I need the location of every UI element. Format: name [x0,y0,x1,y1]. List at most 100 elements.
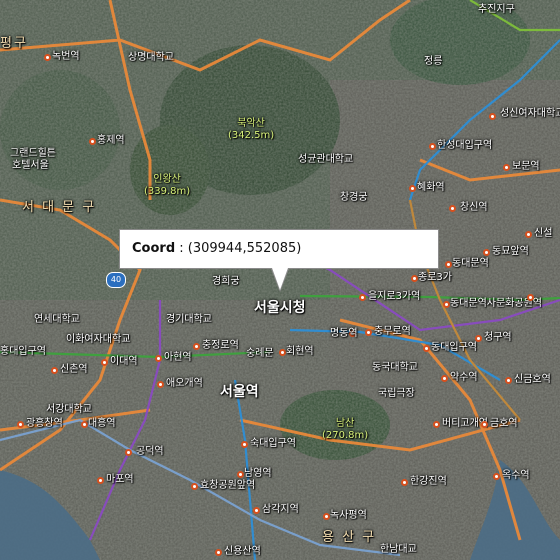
station-label-sinseol[interactable]: 신설 [534,228,552,240]
station-label-jongno[interactable]: 종로3가 [418,272,452,284]
station-dot[interactable] [401,479,408,486]
station-dot[interactable] [17,421,24,428]
station-label-gongdeok[interactable]: 공덕역 [136,446,164,458]
station-label-geumho[interactable]: 금호역 [490,418,518,430]
station-dot[interactable] [97,477,104,484]
place-label-changgyeonggung: 창경궁 [340,192,368,203]
station-dot[interactable] [423,345,430,352]
station-label-idae[interactable]: 이대역 [110,356,138,368]
station-dot[interactable] [81,421,88,428]
station-label-mapo[interactable]: 마포역 [106,474,134,486]
station-label-nokbeon[interactable]: 녹번역 [52,51,80,63]
station-label-chungmuro[interactable]: 충무로역 [374,326,411,338]
station-label-dongguk[interactable]: 동대입구역 [431,342,477,354]
station-label-chungjeongno[interactable]: 충정로역 [202,340,239,352]
station-label-changsin[interactable]: 창신역 [460,202,488,214]
station-label-hongdae[interactable]: 홍대입구역 [0,346,46,358]
station-label-hyochang[interactable]: 효창공원앞역 [200,480,255,492]
station-dot[interactable] [483,249,490,256]
station-dot[interactable] [409,185,416,192]
coord-tooltip-key: Coord [132,241,176,256]
station-dot[interactable] [237,471,244,478]
station-label-namyeong[interactable]: 남영역 [244,468,272,480]
station-dot[interactable] [429,143,436,150]
station-label-dongdaemun[interactable]: 동대문역 [452,258,489,270]
station-dot[interactable] [433,421,440,428]
station-dot[interactable] [101,359,108,366]
mountain-name: 남산 [335,418,355,429]
highway-shield-40: 40 [106,272,126,288]
station-label-hongje[interactable]: 홍제역 [97,135,125,147]
station-dot[interactable] [279,349,286,356]
place-label-hannam: 한남대교 [380,544,417,555]
station-dot[interactable] [215,549,222,556]
station-dot[interactable] [44,54,51,61]
place-label-kyunggi: 경기대학교 [166,314,212,325]
station-dot[interactable] [323,513,330,520]
station-label-sinchon[interactable]: 신촌역 [60,364,88,376]
station-label-hyehwa[interactable]: 혜화역 [417,182,445,194]
station-label-myeongdong[interactable]: 명동역 [330,328,358,340]
station-label-aeogae[interactable]: 애오개역 [166,378,203,390]
station-label-seoul[interactable]: 서울역 [220,384,259,400]
place-label-ewha: 이화여자대학교 [66,334,131,345]
station-dot[interactable] [191,483,198,490]
station-dot[interactable] [443,301,450,308]
station-dot[interactable] [359,294,366,301]
place-label-gukrip: 국립극장 [378,388,415,399]
station-dot[interactable] [505,377,512,384]
place-label-jeongneung: 정릉 [424,56,443,67]
station-label-bomun[interactable]: 보문역 [512,161,540,173]
place-label-grand-hilton-2: 호텔서울 [12,160,49,171]
map-viewport[interactable]: 서 대 문 구 용 산 구 평구 추진지구 북악산 (342.5m) 인왕산 (… [0,0,560,560]
station-dot[interactable] [503,164,510,171]
station-dot[interactable] [449,205,456,212]
place-label-cut-top: 추진지구 [478,4,515,15]
station-label-oksu[interactable]: 옥수역 [502,470,530,482]
station-dot[interactable] [155,355,162,362]
station-dot[interactable] [527,294,534,301]
station-label-sookmyung[interactable]: 숙대입구역 [250,438,296,450]
station-label-hansung[interactable]: 한성대입구역 [437,140,492,152]
place-label-gyeonghuigung: 경희궁 [212,276,240,287]
station-label-ahyeon[interactable]: 아현역 [164,352,192,364]
station-dot[interactable] [51,367,58,374]
station-dot[interactable] [441,375,448,382]
station-dot[interactable] [253,507,260,514]
station-label-hoehyeon[interactable]: 회현역 [286,346,314,358]
station-label-singeumho[interactable]: 신금호역 [514,374,551,386]
station-label-cheonggu[interactable]: 청구역 [484,332,512,344]
station-label-yaksu[interactable]: 약수역 [450,372,478,384]
station-dot[interactable] [89,138,96,145]
station-label-gwangheungchang[interactable]: 광흥창역 [26,418,63,430]
coord-tooltip-value: (309944,552085) [187,241,302,256]
city-hall-label: 서울시청 [254,300,306,316]
station-dot[interactable] [445,261,452,268]
place-label-sogang: 서강대학교 [46,404,92,415]
station-dot[interactable] [481,421,488,428]
station-dot[interactable] [157,381,164,388]
place-label-sungkyunkwan: 성균관대학교 [298,154,354,165]
station-dot[interactable] [475,335,482,342]
station-dot[interactable] [125,449,132,456]
station-dot[interactable] [493,473,500,480]
station-dot[interactable] [525,231,532,238]
mountain-label-inwangsan: 인왕산 (339.8m) [144,174,190,198]
mountain-name: 북악산 [237,118,265,129]
station-dot[interactable] [241,441,248,448]
station-label-dongmyo[interactable]: 동묘앞역 [492,246,529,258]
station-label-noksapyeong[interactable]: 녹사평역 [330,510,367,522]
station-label-daeheung[interactable]: 대흥역 [88,418,116,430]
district-label-cut-left: 평구 [0,36,28,51]
station-dot[interactable] [365,329,372,336]
mountain-elevation: (342.5m) [228,130,275,141]
coord-tooltip-box: Coord : (309944,552085) [119,229,439,292]
station-dot[interactable] [411,275,418,282]
station-label-samgakji[interactable]: 삼각지역 [262,504,299,516]
coord-tooltip-tail [272,268,288,290]
station-label-hangangjin[interactable]: 한강진역 [410,476,447,488]
station-label-sinyongsan[interactable]: 신용산역 [224,546,261,558]
station-dot[interactable] [193,343,200,350]
station-label-euljiro3[interactable]: 을지로3가역 [368,291,420,303]
station-dot[interactable] [489,113,496,120]
